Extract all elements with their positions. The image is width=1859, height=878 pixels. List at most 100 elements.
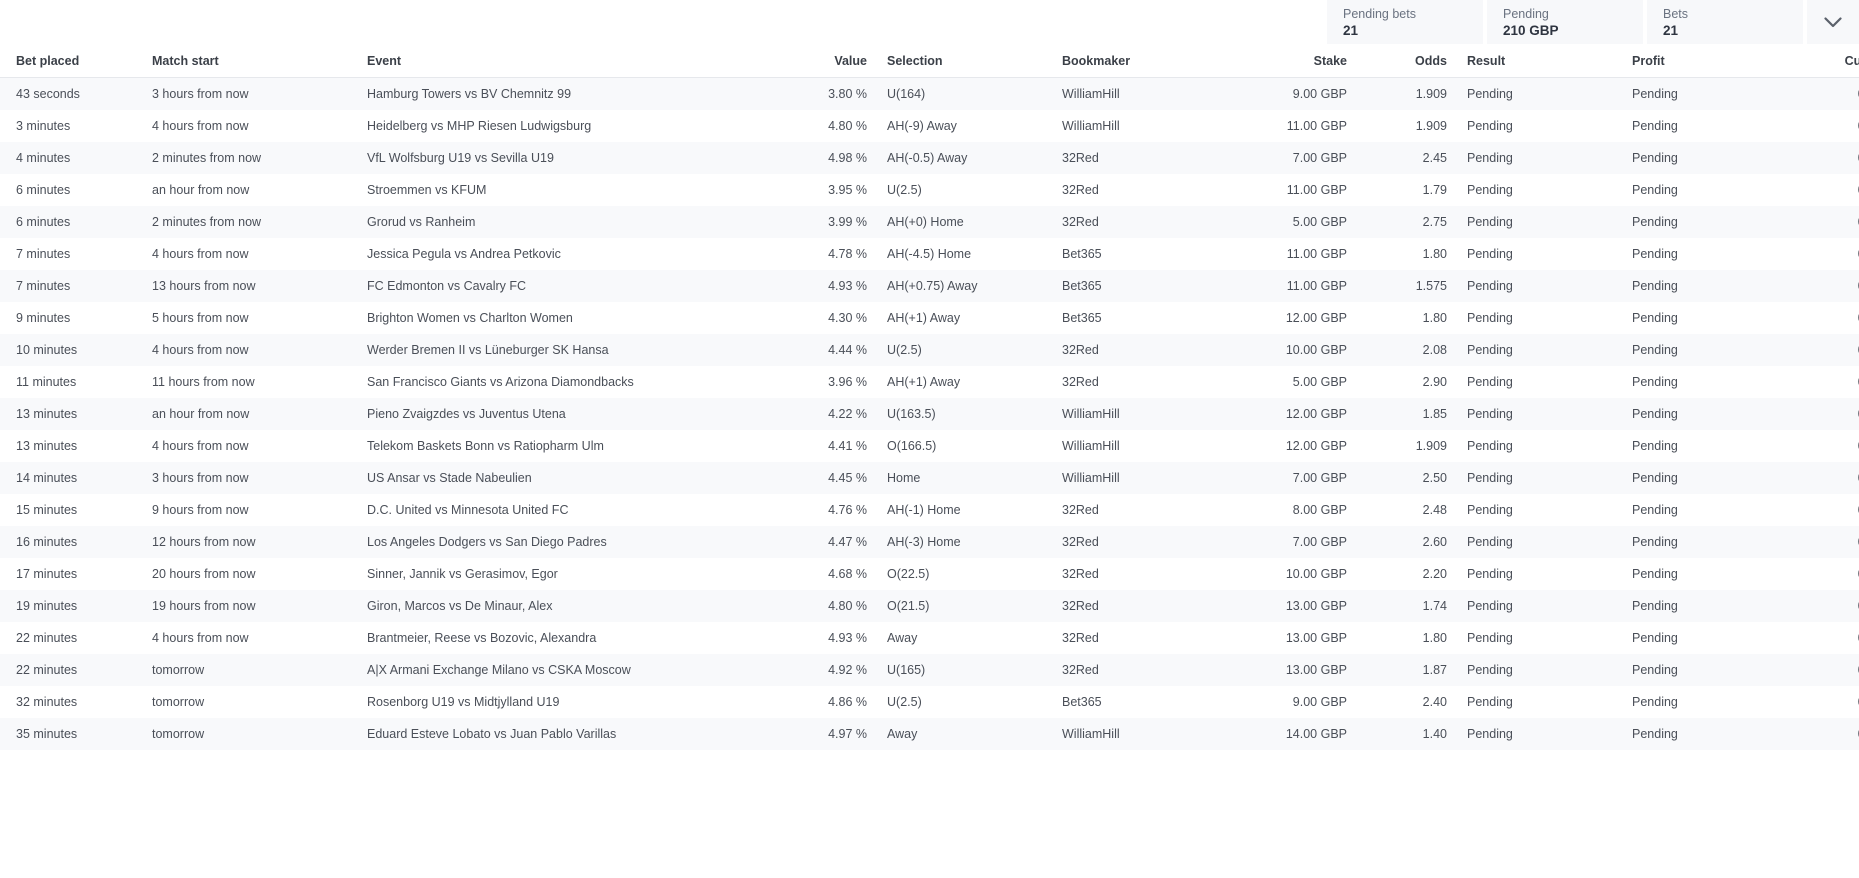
column-header-value[interactable]: Value [777,44,877,78]
cell-stake: 11.00 GBP [1286,119,1347,133]
cell-event: Grorud vs Ranheim [367,215,476,229]
column-header-stake[interactable]: Stake [1227,44,1357,78]
cell-event: Eduard Esteve Lobato vs Juan Pablo Varil… [367,727,617,741]
table-row[interactable]: 10 minutes 4 hours from now Werder Bremen … [0,334,1859,366]
cell-bookmaker: WilliamHill [1062,439,1120,453]
table-row[interactable]: 15 minutes 9 hours from now D.C. United vs… [0,494,1859,526]
table-row[interactable]: 7 minutes 4 hours from now Jessica Pegula … [0,238,1859,270]
cell-cumulative: 0.00 GBP [1782,270,1859,302]
cell-odds: 2.20 [1422,567,1447,581]
cell-result: Pending [1467,503,1513,517]
cell-bookmaker: 32Red [1062,663,1099,677]
cell-profit: Pending [1632,631,1678,645]
cell-stake: 10.00 GBP [1285,343,1347,357]
table-row[interactable]: 14 minutes 3 hours from now US Ansar vs St… [0,462,1859,494]
cell-result: Pending [1467,119,1513,133]
table-row[interactable]: 22 minutes 4 hours from now Brantmeier, Re… [0,622,1859,654]
cell-value: 4.97 % [828,727,867,741]
table-row[interactable]: 16 minutes 12 hours from now Los Angeles D… [0,526,1859,558]
cell-bookmaker: Bet365 [1062,695,1102,709]
cell-value: 3.96 % [828,375,867,389]
cell-selection: AH(-1) Home [887,503,961,517]
cell-bet-placed: 14 minutes [16,471,78,485]
cell-event: US Ansar vs Stade Nabeulien [367,471,532,485]
column-header-match-start[interactable]: Match start [142,44,357,78]
cell-bookmaker: 32Red [1062,343,1099,357]
table-row[interactable]: 13 minutes 4 hours from now Telekom Basket… [0,430,1859,462]
column-header-event[interactable]: Event [357,44,777,78]
cell-odds: 2.90 [1422,375,1447,389]
column-header-bet-placed[interactable]: Bet placed [0,44,142,78]
column-header-bookmaker[interactable]: Bookmaker [1052,44,1227,78]
stat-value: 210 GBP [1503,23,1559,38]
cell-cumulative: 0.00 GBP [1782,590,1859,622]
column-header-selection[interactable]: Selection [877,44,1052,78]
table-row[interactable]: 11 minutes 11 hours from now San Francisco… [0,366,1859,398]
cell-odds: 1.909 [1415,87,1447,101]
cell-profit: Pending [1632,183,1678,197]
cell-result: Pending [1467,151,1513,165]
cell-value: 4.45 % [828,471,867,485]
cell-stake: 9.00 GBP [1292,87,1347,101]
table-row[interactable]: 6 minutes an hour from now Stroemmen vs KF… [0,174,1859,206]
cell-selection: AH(-0.5) Away [887,151,968,165]
stat-card-bets: Bets 21 [1647,0,1803,44]
cell-value: 4.76 % [828,503,867,517]
cell-odds: 1.85 [1422,407,1447,421]
cell-bet-placed: 32 minutes [16,695,78,709]
cell-bet-placed: 6 minutes [16,183,71,197]
cell-match-start: 4 hours from now [152,631,249,645]
cell-stake: 10.00 GBP [1285,567,1347,581]
cell-cumulative: 0.00 GBP [1782,238,1859,270]
cell-bookmaker: WilliamHill [1062,727,1120,741]
cell-bet-placed: 19 minutes [16,599,78,613]
cell-stake: 11.00 GBP [1286,279,1347,293]
table-row[interactable]: 6 minutes 2 minutes from now Grorud vs Ran… [0,206,1859,238]
table-row[interactable]: 32 minutes tomorrow Rosenborg U19 vs Midtj… [0,686,1859,718]
cell-result: Pending [1467,247,1513,261]
cell-result: Pending [1467,567,1513,581]
cell-value: 4.93 % [828,631,867,645]
table-row[interactable]: 35 minutes tomorrow Eduard Esteve Lobato v… [0,718,1859,750]
table-row[interactable]: 7 minutes 13 hours from now FC Edmonton vs… [0,270,1859,302]
cell-result: Pending [1467,183,1513,197]
cell-cumulative: 0.00 GBP [1782,622,1859,654]
column-header-profit[interactable]: Profit [1622,44,1782,78]
cell-event: Brighton Women vs Charlton Women [367,311,573,325]
expand-summary-button[interactable] [1807,0,1859,44]
cell-stake: 12.00 GBP [1285,311,1347,325]
table-row[interactable]: 19 minutes 19 hours from now Giron, Marcos… [0,590,1859,622]
cell-bet-placed: 22 minutes [16,631,78,645]
cell-bookmaker: 32Red [1062,599,1099,613]
cell-bet-placed: 9 minutes [16,311,71,325]
table-row[interactable]: 4 minutes 2 minutes from now VfL Wolfsburg… [0,142,1859,174]
cell-cumulative: 0.00 GBP [1782,718,1859,750]
cell-bet-placed: 43 seconds [16,87,80,101]
table-row[interactable]: 22 minutes tomorrow A|X Armani Exchange Mi… [0,654,1859,686]
cell-bet-placed: 4 minutes [16,151,71,165]
table-row[interactable]: 9 minutes 5 hours from now Brighton Women … [0,302,1859,334]
cell-odds: 2.40 [1422,695,1447,709]
cell-value: 4.78 % [828,247,867,261]
cell-bet-placed: 7 minutes [16,279,71,293]
table-row[interactable]: 3 minutes 4 hours from now Heidelberg vs M… [0,110,1859,142]
table-row[interactable]: 43 seconds 3 hours from now Hamburg Towers… [0,77,1859,110]
cell-value: 4.22 % [828,407,867,421]
stat-card-pending-bets: Pending bets 21 [1327,0,1483,44]
column-header-result[interactable]: Result [1457,44,1622,78]
column-header-cumulative[interactable]: Cumulative [1782,44,1859,78]
cell-match-start: tomorrow [152,727,205,741]
column-header-odds[interactable]: Odds [1357,44,1457,78]
table-row[interactable]: 17 minutes 20 hours from now Sinner, Janni… [0,558,1859,590]
stat-label: Pending [1503,7,1549,21]
cell-bookmaker: 32Red [1062,503,1099,517]
cell-event: Rosenborg U19 vs Midtjylland U19 [367,695,560,709]
cell-bookmaker: Bet365 [1062,279,1102,293]
cell-cumulative: 0.00 GBP [1782,206,1859,238]
cell-bet-placed: 10 minutes [16,343,78,357]
cell-event: Hamburg Towers vs BV Chemnitz 99 [367,87,572,101]
cell-match-start: 4 hours from now [152,119,249,133]
cell-bookmaker: WilliamHill [1062,407,1120,421]
cell-profit: Pending [1632,599,1678,613]
table-row[interactable]: 13 minutes an hour from now Pieno Zvaigzde… [0,398,1859,430]
